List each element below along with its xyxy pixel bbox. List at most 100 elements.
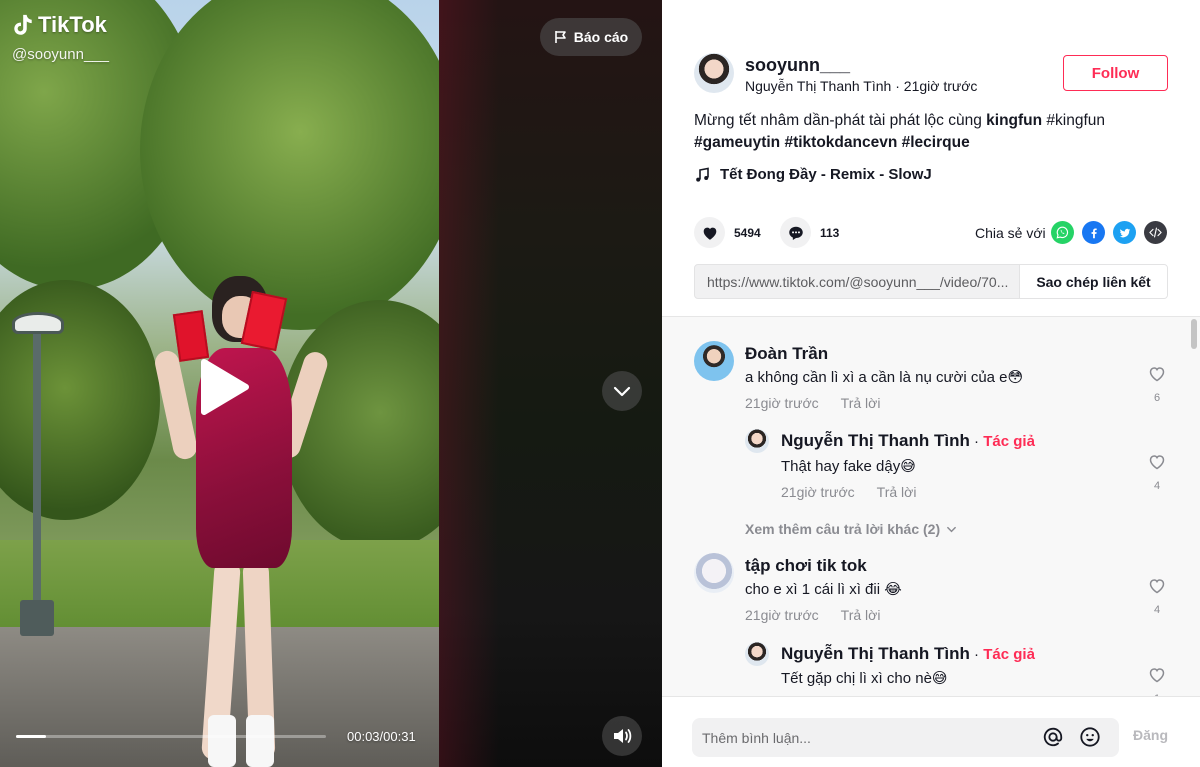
speaker-icon (614, 729, 632, 743)
comment-time: 21giờ trước (781, 484, 855, 500)
like-count: 5494 (734, 225, 761, 240)
video-description: Mừng tết nhâm dần-phát tài phát lộc cùng… (694, 110, 1154, 154)
description-text: Mừng tết nhâm dần-phát tài phát lộc cùng (694, 112, 987, 129)
commenter-name[interactable]: Đoàn Trần (745, 344, 828, 364)
scrollbar-thumb[interactable] (1191, 319, 1197, 349)
details-panel: sooyunn___ Nguyễn Thị Thanh Tình · 21giờ… (662, 0, 1200, 767)
post-comment-button[interactable]: Đăng (1133, 727, 1168, 743)
twitter-icon[interactable] (1113, 221, 1136, 244)
report-label: Báo cáo (573, 29, 629, 45)
author-handle[interactable]: sooyunn___ (745, 55, 850, 76)
next-video-button[interactable] (602, 371, 642, 411)
comment-like-count: 4 (1153, 604, 1161, 616)
commenter-avatar[interactable] (745, 429, 769, 453)
chevron-down-icon (613, 386, 631, 397)
comment-like-button[interactable]: 6 (1147, 364, 1167, 404)
flag-icon (554, 31, 566, 43)
author-subline: Nguyễn Thị Thanh Tình · 21giờ trước (745, 78, 977, 94)
hashtag[interactable]: #gameuytin (694, 134, 780, 151)
comment-text: cho e xì 1 cái lì xì đii 😂 (745, 581, 902, 598)
comment-time: 21giờ trước (745, 395, 819, 411)
comment-list[interactable]: Đoàn Trần a không cần lì xì a cần là nụ … (662, 316, 1200, 696)
like-button[interactable] (694, 217, 725, 248)
comment-like-button[interactable]: 1 (1147, 665, 1167, 696)
comment-text: Thật hay fake dậy😅 (781, 458, 916, 475)
watermark-username: @sooyunn___ (12, 46, 109, 63)
like-action[interactable]: 5494 (694, 217, 761, 248)
reply-link[interactable]: Trả lời (841, 607, 881, 623)
comment-like-button[interactable]: 4 (1147, 576, 1167, 616)
dancer (150, 270, 331, 767)
tiktok-note-icon (14, 14, 32, 35)
commenter-name-text: Nguyễn Thị Thanh Tình (781, 644, 970, 663)
comment-bubble-icon (788, 226, 803, 240)
lamp-head (12, 312, 64, 334)
embed-code-icon[interactable] (1144, 221, 1167, 244)
view-more-replies[interactable]: Xem thêm câu trả lời khác (2) (745, 521, 957, 537)
comment-meta: 21giờ trước Trả lời (745, 607, 880, 623)
facebook-icon[interactable] (1082, 221, 1105, 244)
lamp-base (20, 600, 54, 636)
music-link[interactable]: Tết Đong Đầy - Remix - SlowJ (694, 166, 932, 183)
report-button[interactable]: Báo cáo (540, 18, 642, 56)
comment-like-count: 4 (1153, 480, 1161, 492)
author-display-name: Nguyễn Thị Thanh Tình (745, 78, 892, 94)
comment-like-count: 6 (1153, 392, 1161, 404)
heart-outline-icon (1149, 579, 1165, 594)
comment-text: a không cần lì xì a cần là nụ cười của e… (745, 369, 1024, 386)
tiktok-wordmark: TikTok (38, 12, 107, 37)
hashtag[interactable]: #kingfun (1042, 112, 1105, 129)
volume-button[interactable] (602, 716, 642, 756)
video-time: 00:03/00:31 (347, 729, 416, 744)
commenter-name-text: Nguyễn Thị Thanh Tình (781, 431, 970, 450)
share-link-url[interactable]: https://www.tiktok.com/@sooyunn___/video… (695, 274, 1019, 290)
video-player[interactable]: TikTok @sooyunn___ 00:03/00:31 Báo cáo (0, 0, 662, 767)
follow-button[interactable]: Follow (1063, 55, 1168, 91)
author-badge: Tác giả (983, 646, 1035, 663)
heart-outline-icon (1149, 668, 1165, 683)
play-icon[interactable] (198, 358, 250, 416)
hashtag[interactable]: #tiktokdancevn (784, 134, 897, 151)
commenter-name[interactable]: Nguyễn Thị Thanh Tình · Tác giả (781, 644, 1035, 664)
commenter-name[interactable]: tập chơi tik tok (745, 556, 867, 576)
video-frame[interactable]: TikTok @sooyunn___ 00:03/00:31 (0, 0, 439, 767)
chevron-down-icon (947, 526, 957, 532)
commenter-name[interactable]: Nguyễn Thị Thanh Tình · Tác giả (781, 431, 1035, 451)
author-avatar[interactable] (694, 53, 734, 93)
progress-bar[interactable] (16, 735, 326, 738)
share-label: Chia sẻ với (975, 225, 1046, 241)
comment-composer: Thêm bình luận... Đăng (662, 696, 1200, 767)
reply-link[interactable]: Trả lời (877, 484, 917, 500)
commenter-avatar[interactable] (694, 341, 734, 381)
hashtag[interactable]: #lecirque (902, 134, 970, 151)
emoji-icon[interactable] (1079, 726, 1101, 748)
comment-count: 113 (820, 225, 840, 240)
music-note-icon (696, 167, 709, 182)
reply-link[interactable]: Trả lời (841, 395, 881, 411)
progress-fill (16, 735, 47, 738)
heart-icon (703, 227, 716, 240)
comment-meta: 21giờ trước Trả lời (781, 484, 916, 500)
author-badge: Tác giả (983, 433, 1035, 450)
commenter-avatar[interactable] (745, 642, 769, 666)
music-title: Tết Đong Đầy - Remix - SlowJ (720, 166, 932, 183)
comment-text: Tết gặp chị lì xì cho nè😅 (781, 670, 948, 687)
separator-dot: · (891, 78, 904, 94)
tiktok-logo: TikTok (12, 12, 107, 38)
lamp-post (33, 330, 41, 630)
view-more-replies-label: Xem thêm câu trả lời khác (2) (745, 521, 941, 537)
heart-outline-icon (1149, 367, 1165, 382)
heart-outline-icon (1149, 455, 1165, 470)
mention-icon[interactable] (1042, 726, 1064, 748)
comment-button[interactable] (780, 217, 811, 248)
comment-time: 21giờ trước (745, 607, 819, 623)
red-envelope (172, 310, 210, 362)
post-time: 21giờ trước (903, 78, 978, 94)
share-link-box: https://www.tiktok.com/@sooyunn___/video… (694, 264, 1168, 299)
copy-link-button[interactable]: Sao chép liên kết (1019, 265, 1167, 298)
whatsapp-icon[interactable] (1051, 221, 1074, 244)
comment-action[interactable]: 113 (780, 217, 839, 248)
commenter-avatar[interactable] (694, 553, 734, 593)
description-bold[interactable]: kingfun (986, 112, 1042, 129)
comment-like-button[interactable]: 4 (1147, 452, 1167, 492)
